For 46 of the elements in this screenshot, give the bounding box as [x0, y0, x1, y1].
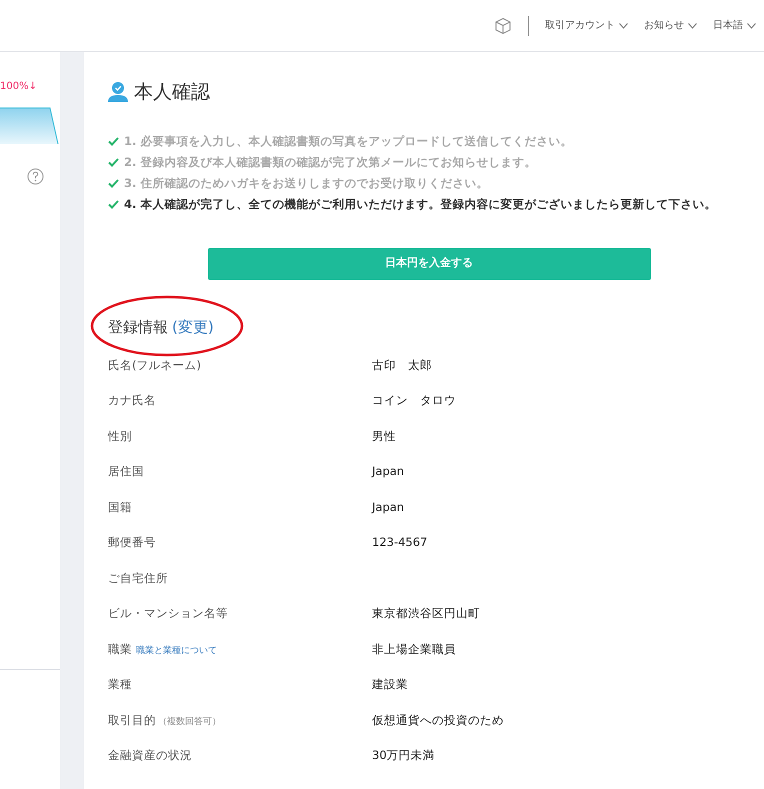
field-hint: （複数回答可）: [158, 716, 221, 728]
edit-link[interactable]: (変更): [172, 316, 214, 339]
field-label: ご自宅住所: [108, 570, 168, 587]
nav-menu[interactable]: お知らせ: [644, 18, 697, 33]
chevron-down-icon: [619, 22, 628, 28]
field-label: 郵便番号: [108, 534, 156, 552]
section-title: 登録情報: [108, 317, 168, 338]
field-value: 古印 太郎: [372, 356, 432, 374]
field-label: 氏名(フルネーム): [108, 356, 201, 374]
field-label: 取引目的: [108, 712, 156, 728]
help-icon[interactable]: [27, 168, 44, 185]
field-label: 職業: [108, 640, 132, 658]
info-link[interactable]: 職業と業種について: [136, 644, 217, 658]
user-check-icon: [108, 81, 130, 104]
cube-icon[interactable]: [494, 16, 512, 34]
field-label: 性別: [108, 428, 132, 445]
field-label: 居住国: [108, 463, 144, 480]
field-label: 業種: [108, 676, 132, 694]
step-text: 1. 必要事項を入力し、本人確認書類の写真をアップロードして送信してください。: [124, 132, 572, 150]
field-value: Japan: [372, 498, 404, 516]
field-label: ビル・マンション名等: [108, 605, 228, 622]
change-percentage: 100%↓: [0, 80, 38, 94]
check-icon: [108, 200, 119, 210]
check-icon: [108, 179, 119, 188]
chevron-down-icon: [688, 22, 697, 28]
field-value: Japan: [372, 463, 404, 480]
field-value: 東京都渋谷区円山町: [372, 605, 480, 622]
field-value: 123-4567: [372, 534, 428, 552]
step-text: 3. 住所確認のためハガキをお送りしますのでお受け取りください。: [124, 175, 488, 192]
field-label: 国籍: [108, 498, 132, 516]
page-title: 本人確認: [134, 80, 210, 105]
step-text: 2. 登録内容及び本人確認書類の確認が完了次第メールにてお知らせします。: [124, 154, 536, 171]
field-value: 非上場企業職員: [372, 640, 456, 658]
nav-menu[interactable]: 日本語: [713, 18, 756, 33]
check-icon: [108, 136, 119, 146]
field-value: 男性: [372, 428, 396, 445]
field-value: 30万円未満: [372, 747, 435, 764]
step-text: 4. 本人確認が完了し、全ての機能がご利用いただけます。登録内容に変更がございましたら更新して下さい。: [124, 196, 716, 214]
field-label: カナ氏名: [108, 392, 156, 410]
field-value: 建設業: [372, 676, 408, 694]
chevron-down-icon: [747, 22, 756, 28]
nav-menu[interactable]: 取引アカウント: [545, 18, 628, 33]
field-value: 仮想通貨への投資のため: [372, 712, 504, 729]
field-value: コイン タロウ: [372, 392, 456, 410]
field-label: 金融資産の状況: [108, 747, 192, 764]
check-icon: [108, 158, 119, 167]
